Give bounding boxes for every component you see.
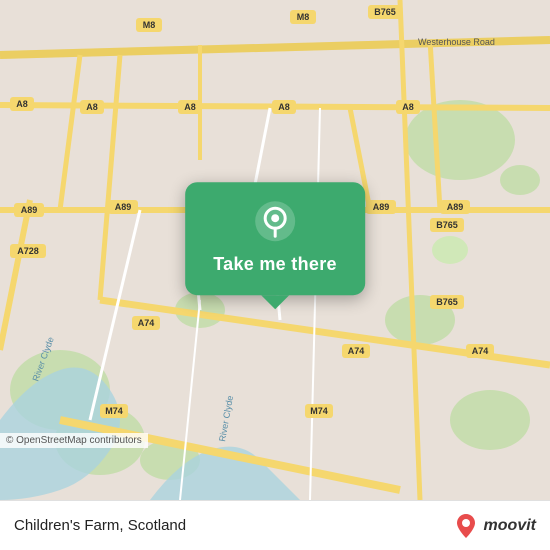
- svg-text:A74: A74: [348, 346, 365, 356]
- svg-text:M74: M74: [310, 406, 328, 416]
- svg-text:B765: B765: [374, 7, 396, 17]
- svg-text:A74: A74: [472, 346, 489, 356]
- svg-text:A8: A8: [86, 102, 98, 112]
- location-pin-icon: [254, 200, 296, 242]
- map-attribution: © OpenStreetMap contributors: [0, 433, 148, 448]
- svg-text:A89: A89: [115, 202, 132, 212]
- svg-text:M8: M8: [297, 12, 310, 22]
- moovit-logo: moovit: [452, 512, 536, 540]
- map-container: M8 M8 B765 B765 B765 A8 A8 A8 A8 A8 A89 …: [0, 0, 550, 500]
- moovit-logo-text: moovit: [484, 517, 536, 535]
- svg-text:B765: B765: [436, 220, 458, 230]
- svg-text:A728: A728: [17, 246, 39, 256]
- svg-text:A8: A8: [278, 102, 290, 112]
- take-me-there-button[interactable]: Take me there: [213, 254, 337, 275]
- bottom-bar: Children's Farm, Scotland moovit: [0, 500, 550, 550]
- svg-text:Westerhouse Road: Westerhouse Road: [418, 37, 495, 47]
- svg-text:A89: A89: [21, 205, 38, 215]
- svg-text:A8: A8: [402, 102, 414, 112]
- svg-text:A8: A8: [16, 99, 28, 109]
- svg-text:A89: A89: [373, 202, 390, 212]
- svg-text:A8: A8: [184, 102, 196, 112]
- svg-text:M74: M74: [105, 406, 123, 416]
- moovit-logo-icon: [452, 512, 480, 540]
- svg-text:B765: B765: [436, 297, 458, 307]
- place-name: Children's Farm, Scotland: [14, 517, 186, 534]
- svg-text:A89: A89: [447, 202, 464, 212]
- svg-text:A74: A74: [138, 318, 155, 328]
- popup-card[interactable]: Take me there: [185, 182, 365, 295]
- svg-text:M8: M8: [143, 20, 156, 30]
